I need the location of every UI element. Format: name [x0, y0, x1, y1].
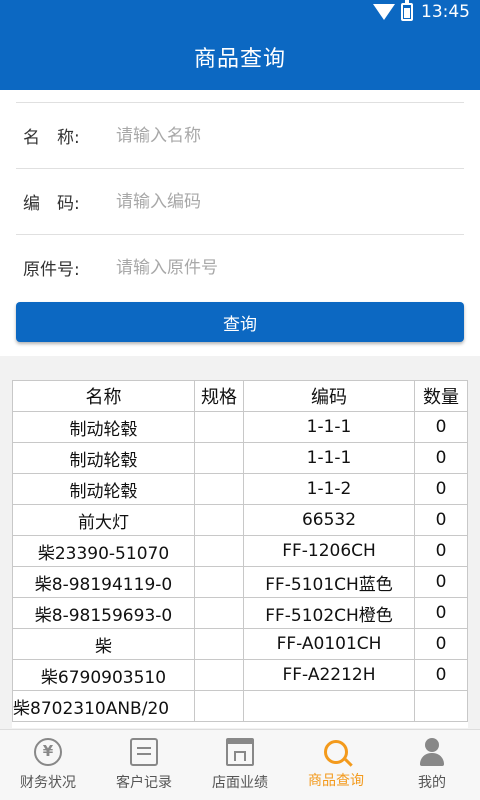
page-title: 商品查询 [193, 47, 286, 72]
cell-name: 柴8702310ANB/20 [12, 690, 195, 722]
cell-name: 制动轮毂 [12, 473, 195, 505]
nav-item-product-search[interactable]: 商品查询 [288, 730, 384, 800]
cell-code: FF-A2212H [243, 659, 415, 691]
code-label: 编 码: [23, 194, 80, 214]
results-table: 名称 规格 编码 数量 制动轮毂 1-1-1 0 制动轮毂 1-1-1 0 制动轮毂 1-… [12, 380, 468, 722]
part-number-input[interactable] [116, 257, 436, 278]
cell-quantity: 0 [414, 597, 468, 629]
cell-code: FF-5102CH橙色 [243, 597, 415, 629]
code-row: 编 码: [16, 168, 464, 234]
part-number-row: 原件号: [16, 234, 464, 300]
user-icon [418, 738, 446, 766]
table-row[interactable]: 前大灯 66532 0 [12, 504, 468, 536]
store-icon [226, 738, 254, 766]
cell-quantity: 0 [414, 659, 468, 691]
table-row[interactable]: 柴8-98194119-0 FF-5101CH蓝色 0 [12, 566, 468, 598]
table-header-row: 名称 规格 编码 数量 [12, 380, 468, 412]
cell-code: 1-1-1 [243, 442, 415, 474]
column-header-quantity: 数量 [414, 380, 468, 412]
part-number-label: 原件号: [23, 260, 80, 280]
cell-spec [194, 597, 244, 629]
status-time: 13:45 [421, 2, 470, 22]
wifi-icon [373, 4, 395, 20]
nav-item-customer-records[interactable]: 客户记录 [96, 730, 192, 800]
nav-label: 财务状况 [20, 775, 76, 791]
table-row[interactable]: 柴 FF-A0101CH 0 [12, 628, 468, 660]
cell-code [243, 690, 415, 722]
column-header-spec: 规格 [194, 380, 244, 412]
results-table-container[interactable]: 名称 规格 编码 数量 制动轮毂 1-1-1 0 制动轮毂 1-1-1 0 制动轮毂 1-… [12, 380, 468, 728]
money-icon [34, 738, 62, 766]
table-row[interactable]: 制动轮毂 1-1-1 0 [12, 442, 468, 474]
cell-quantity: 0 [414, 628, 468, 660]
table-row[interactable]: 柴8702310ANB/20 [12, 690, 468, 722]
cell-quantity: 0 [414, 535, 468, 567]
cell-spec [194, 535, 244, 567]
cell-name: 柴23390-51070 [12, 535, 195, 567]
cell-quantity: 0 [414, 566, 468, 598]
cell-name: 制动轮毂 [12, 442, 195, 474]
record-icon [130, 738, 158, 766]
query-button[interactable]: 查询 [16, 302, 464, 342]
cell-spec [194, 504, 244, 536]
bottom-nav: 财务状况 客户记录 店面业绩 商品查询 我的 [0, 729, 480, 800]
nav-label: 商品查询 [308, 773, 364, 789]
cell-spec [194, 473, 244, 505]
cell-code: FF-1206CH [243, 535, 415, 567]
battery-icon [401, 0, 413, 21]
table-row[interactable]: 柴6790903510 FF-A2212H 0 [12, 659, 468, 691]
search-icon [324, 740, 348, 764]
cell-spec [194, 411, 244, 443]
cell-quantity: 0 [414, 473, 468, 505]
status-bar: 13:45 [0, 0, 480, 24]
search-form: 名 称: 编 码: 原件号: 查询 [0, 90, 480, 356]
table-row[interactable]: 制动轮毂 1-1-1 0 [12, 411, 468, 443]
cell-name: 制动轮毂 [12, 411, 195, 443]
cell-code: FF-5101CH蓝色 [243, 566, 415, 598]
table-row[interactable]: 柴8-98159693-0 FF-5102CH橙色 0 [12, 597, 468, 629]
column-header-code: 编码 [243, 380, 415, 412]
name-row: 名 称: [16, 102, 464, 168]
nav-label: 我的 [418, 775, 446, 791]
column-header-name: 名称 [12, 380, 195, 412]
cell-name: 前大灯 [12, 504, 195, 536]
cell-quantity [414, 690, 468, 722]
nav-item-mine[interactable]: 我的 [384, 730, 480, 800]
cell-name: 柴6790903510 [12, 659, 195, 691]
cell-code: 66532 [243, 504, 415, 536]
nav-label: 客户记录 [116, 775, 172, 791]
table-row[interactable]: 制动轮毂 1-1-2 0 [12, 473, 468, 505]
cell-spec [194, 690, 244, 722]
table-row[interactable]: 柴23390-51070 FF-1206CH 0 [12, 535, 468, 567]
nav-item-finance[interactable]: 财务状况 [0, 730, 96, 800]
cell-spec [194, 442, 244, 474]
cell-quantity: 0 [414, 504, 468, 536]
cell-spec [194, 659, 244, 691]
nav-item-store-performance[interactable]: 店面业绩 [192, 730, 288, 800]
app-bar: 商品查询 [0, 24, 480, 90]
cell-spec [194, 566, 244, 598]
cell-name: 柴 [12, 628, 195, 660]
cell-quantity: 0 [414, 411, 468, 443]
cell-code: 1-1-2 [243, 473, 415, 505]
code-input[interactable] [116, 191, 436, 212]
name-label: 名 称: [23, 128, 80, 148]
cell-name: 柴8-98159693-0 [12, 597, 195, 629]
name-input[interactable] [116, 125, 436, 146]
cell-code: FF-A0101CH [243, 628, 415, 660]
cell-code: 1-1-1 [243, 411, 415, 443]
cell-spec [194, 628, 244, 660]
nav-label: 店面业绩 [212, 775, 268, 791]
cell-quantity: 0 [414, 442, 468, 474]
cell-name: 柴8-98194119-0 [12, 566, 195, 598]
